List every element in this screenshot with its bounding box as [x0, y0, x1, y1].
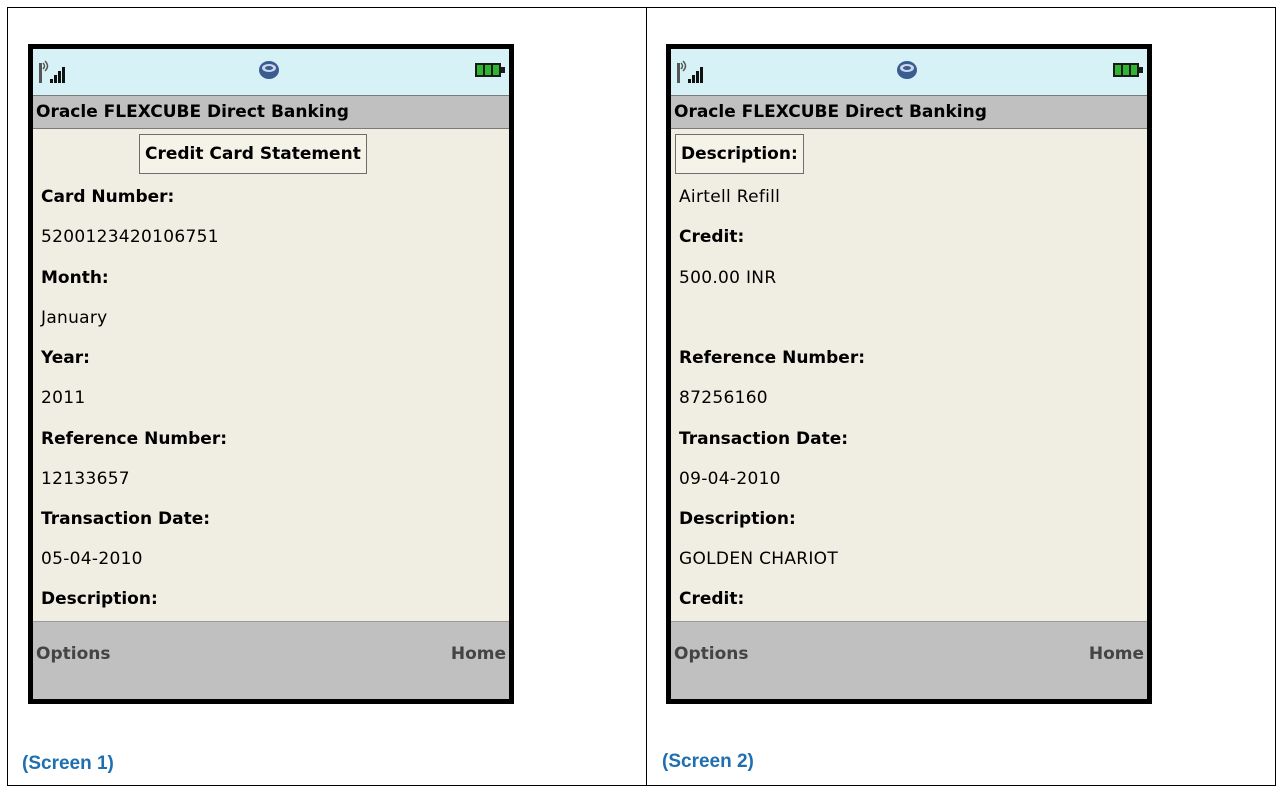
screen-content: Description: Airtell Refill Credit: 500.…	[671, 129, 1147, 621]
status-bar	[671, 49, 1147, 95]
battery-icon	[475, 63, 505, 77]
transaction-date-label: Transaction Date:	[679, 429, 849, 449]
java-cup-icon	[259, 61, 279, 79]
home-softkey[interactable]: Home	[1089, 644, 1144, 664]
transaction-date-value: 05-04-2010	[41, 549, 143, 569]
year-value: 2011	[41, 388, 86, 408]
options-softkey[interactable]: Options	[674, 644, 748, 664]
app-title: Oracle FLEXCUBE Direct Banking	[671, 95, 1147, 129]
phone-display: Oracle FLEXCUBE Direct Banking Credit Ca…	[33, 49, 509, 699]
softkey-bar: Options Home	[33, 621, 509, 699]
card-number-value: 5200123420106751	[41, 227, 219, 247]
description-label: Description:	[679, 509, 796, 529]
signal-strength-icon	[677, 60, 703, 83]
description-label-focused[interactable]: Description:	[675, 134, 804, 174]
softkey-bar: Options Home	[671, 621, 1147, 699]
reference-number-value: 12133657	[41, 469, 130, 489]
signal-strength-icon	[39, 60, 65, 83]
credit-value: 500.00 INR	[679, 268, 777, 288]
description-value: Airtell Refill	[679, 187, 781, 207]
status-bar	[33, 49, 509, 95]
reference-number-label: Reference Number:	[679, 348, 866, 368]
transaction-date-label: Transaction Date:	[41, 509, 211, 529]
phone-screen-1: Oracle FLEXCUBE Direct Banking Credit Ca…	[28, 44, 514, 704]
phone-display: Oracle FLEXCUBE Direct Banking Descripti…	[671, 49, 1147, 699]
screen-1-caption: (Screen 1)	[22, 753, 114, 774]
transaction-date-value: 09-04-2010	[679, 469, 781, 489]
card-number-label: Card Number:	[41, 187, 175, 207]
screen-content: Credit Card Statement Card Number: 52001…	[33, 129, 509, 621]
description-value: GOLDEN CHARIOT	[679, 549, 839, 569]
screen-2-caption: (Screen 2)	[662, 751, 754, 772]
year-label: Year:	[41, 348, 90, 368]
phone-screen-2: Oracle FLEXCUBE Direct Banking Descripti…	[666, 44, 1152, 704]
month-value: January	[41, 308, 108, 328]
options-softkey[interactable]: Options	[36, 644, 110, 664]
home-softkey[interactable]: Home	[451, 644, 506, 664]
month-label: Month:	[41, 268, 109, 288]
reference-number-label: Reference Number:	[41, 429, 228, 449]
credit-label: Credit:	[679, 227, 745, 247]
table-divider	[646, 7, 647, 786]
reference-number-value: 87256160	[679, 388, 768, 408]
java-cup-icon	[897, 61, 917, 79]
app-title: Oracle FLEXCUBE Direct Banking	[33, 95, 509, 129]
credit-label: Credit:	[679, 589, 745, 609]
description-label: Description:	[41, 589, 158, 609]
battery-icon	[1113, 63, 1143, 77]
credit-card-statement-heading[interactable]: Credit Card Statement	[139, 134, 367, 174]
